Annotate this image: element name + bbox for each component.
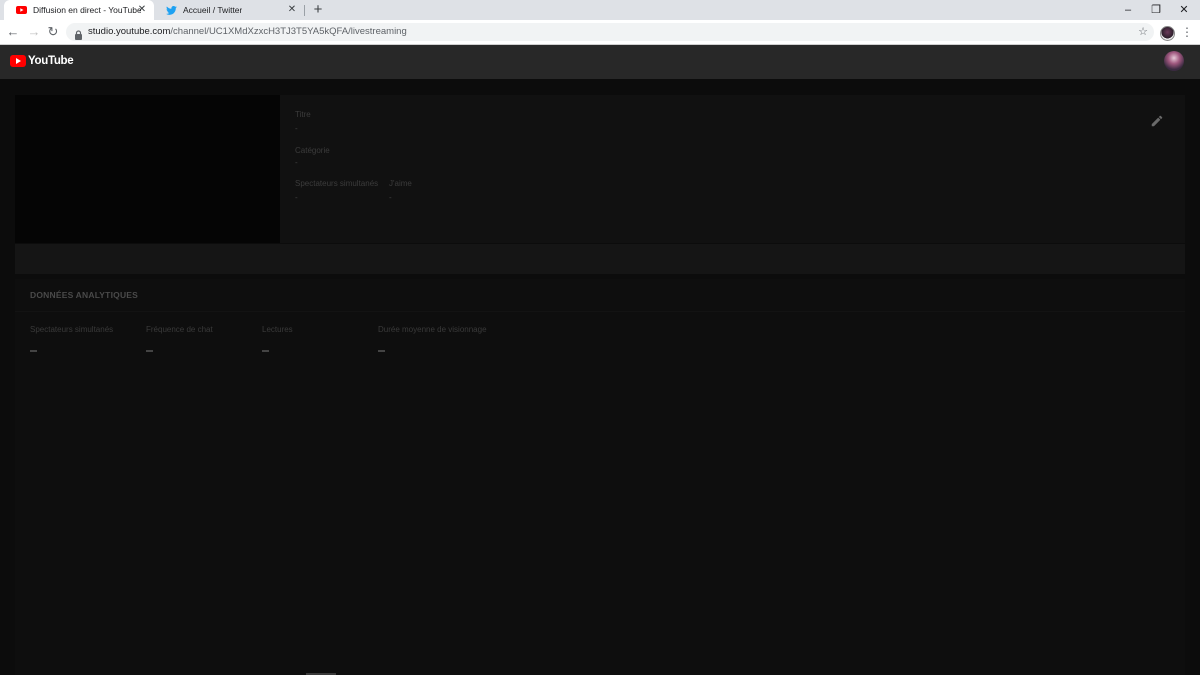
lock-icon xyxy=(74,27,83,40)
close-tab-icon[interactable]: ✕ xyxy=(136,4,148,16)
close-window-button[interactable]: ✕ xyxy=(1170,0,1198,20)
category-value: - xyxy=(295,158,298,167)
youtube-icon xyxy=(16,5,27,16)
youtube-header: YouTube xyxy=(0,45,1200,79)
stream-preview xyxy=(15,95,280,243)
twitter-icon xyxy=(166,5,177,16)
stream-status-bar xyxy=(15,244,1185,274)
category-label: Catégorie xyxy=(295,146,330,155)
browser-tab-strip: Diffusion en direct - YouTube Studio ✕ A… xyxy=(0,0,1200,20)
section-divider xyxy=(15,311,1185,312)
tab-title: Diffusion en direct - YouTube Studio xyxy=(33,5,141,15)
edit-pencil-icon[interactable] xyxy=(1150,114,1164,128)
address-bar[interactable]: studio.youtube.com/channel/UC1XMdXzxcH3T… xyxy=(66,23,1154,41)
restore-window-button[interactable]: ❐ xyxy=(1142,0,1170,20)
metric-value-concurrent-viewers xyxy=(30,350,37,352)
metric-label-views: Lectures xyxy=(262,325,293,334)
metric-value-avg-watch-time xyxy=(378,350,385,352)
new-tab-button[interactable]: + xyxy=(310,2,326,18)
account-avatar[interactable] xyxy=(1164,51,1184,71)
url-path: /channel/UC1XMdXzxcH3TJ3T5YA5kQFA/livest… xyxy=(170,26,407,37)
likes-value: - xyxy=(389,193,392,202)
bookmark-star-icon[interactable]: ☆ xyxy=(1138,23,1148,41)
analytics-panel xyxy=(15,279,1185,675)
metric-label-chat-rate: Fréquence de chat xyxy=(146,325,213,334)
browser-toolbar: ← → ↻ studio.youtube.com/channel/UC1XMdX… xyxy=(0,20,1200,45)
url-text: studio.youtube.com/channel/UC1XMdXzxcH3T… xyxy=(88,23,407,41)
browser-profile-avatar[interactable] xyxy=(1160,26,1175,41)
reload-button[interactable]: ↻ xyxy=(45,24,61,40)
title-value: - xyxy=(295,124,298,133)
url-host: studio.youtube.com xyxy=(88,26,171,37)
metric-label-avg-watch-time: Durée moyenne de visionnage xyxy=(378,325,487,334)
concurrent-viewers-label: Spectateurs simultanés xyxy=(295,179,379,188)
tab-twitter[interactable]: Accueil / Twitter ✕ xyxy=(154,0,304,20)
stream-info-panel xyxy=(280,95,1185,243)
forward-button[interactable]: → xyxy=(26,24,42,40)
title-label: Titre xyxy=(295,110,311,119)
metric-value-views xyxy=(262,350,269,352)
analytics-section-title: DONNÉES ANALYTIQUES xyxy=(30,290,139,300)
minimize-window-button[interactable]: – xyxy=(1114,0,1142,20)
concurrent-viewers-value: - xyxy=(295,193,298,202)
metric-label-concurrent-viewers: Spectateurs simultanés xyxy=(30,325,114,334)
likes-label: J'aime xyxy=(389,179,412,188)
youtube-play-icon xyxy=(10,55,26,67)
back-button[interactable]: ← xyxy=(5,24,21,40)
youtube-logo-text: YouTube xyxy=(28,55,74,67)
youtube-logo[interactable]: YouTube xyxy=(10,55,74,67)
tab-youtube-studio[interactable]: Diffusion en direct - YouTube Studio ✕ xyxy=(4,0,154,20)
tab-separator xyxy=(304,5,305,16)
metric-value-chat-rate xyxy=(146,350,153,352)
close-tab-icon[interactable]: ✕ xyxy=(286,4,298,16)
tab-title: Accueil / Twitter xyxy=(183,5,243,15)
browser-menu-icon[interactable]: ⋮ xyxy=(1181,24,1193,40)
